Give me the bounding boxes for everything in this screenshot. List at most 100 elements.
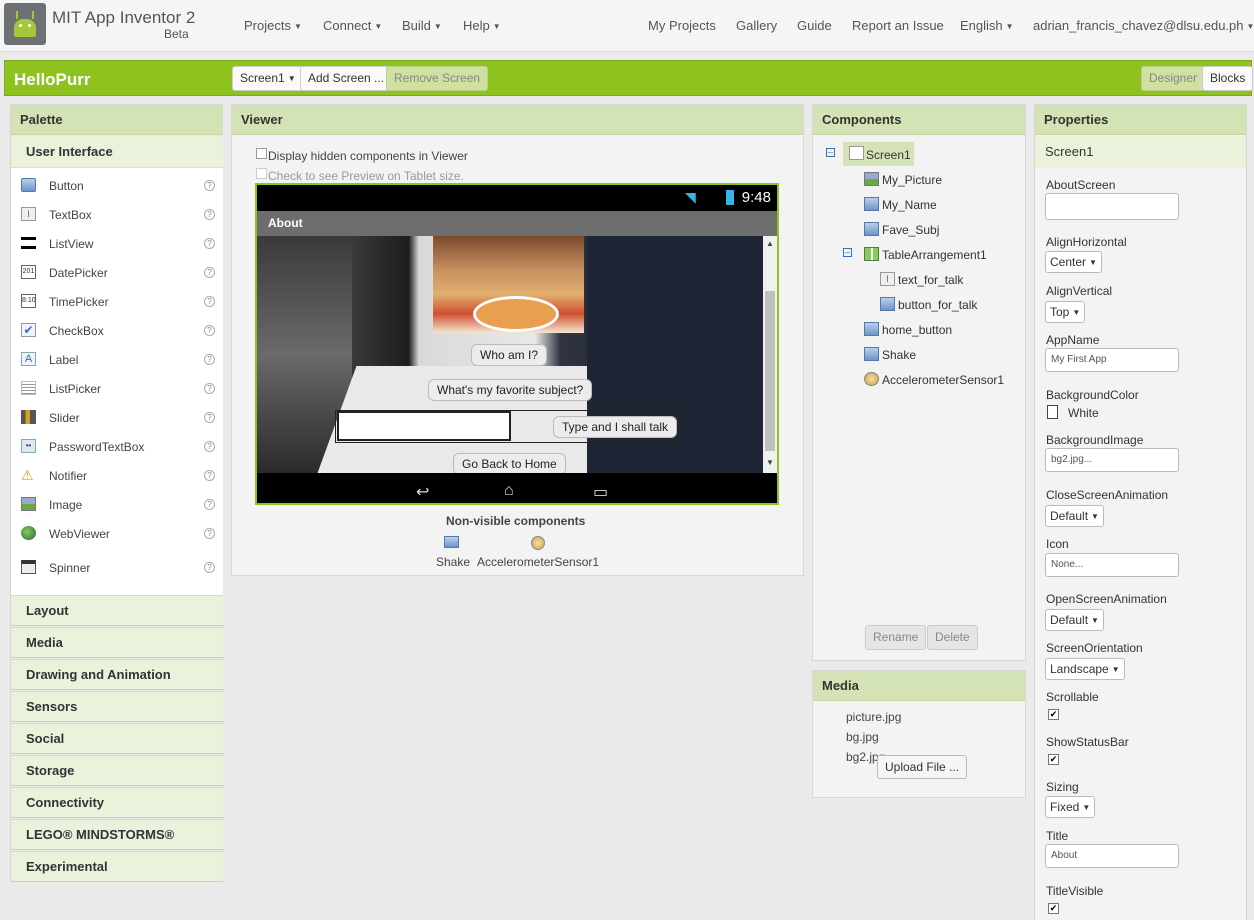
delete-button[interactable]: Delete: [927, 625, 978, 650]
help-icon[interactable]: ?: [204, 180, 215, 191]
show-status-bar-checkbox[interactable]: ✔: [1048, 754, 1059, 765]
help-icon[interactable]: ?: [204, 499, 215, 510]
scroll-down-icon[interactable]: ▼: [766, 458, 774, 467]
category-connectivity[interactable]: Connectivity: [11, 787, 223, 818]
category-sensors[interactable]: Sensors: [11, 691, 223, 722]
home-icon[interactable]: ⌂: [504, 482, 514, 500]
help-icon[interactable]: ?: [204, 383, 215, 394]
app-name-input[interactable]: My First App: [1045, 348, 1179, 372]
slider-icon: [21, 410, 36, 424]
category-storage[interactable]: Storage: [11, 755, 223, 786]
help-icon[interactable]: ?: [204, 296, 215, 307]
viewer-scrollbar[interactable]: ▲ ▼: [763, 236, 777, 473]
scroll-thumb[interactable]: [765, 291, 775, 451]
background-color-value[interactable]: White: [1068, 406, 1099, 420]
help-icon[interactable]: ?: [204, 562, 215, 573]
category-experimental[interactable]: Experimental: [11, 851, 223, 882]
palette-item-listview[interactable]: ListView?: [11, 230, 223, 258]
link-my-projects[interactable]: My Projects: [648, 18, 716, 33]
title-input[interactable]: About: [1045, 844, 1179, 868]
app-inventor-logo-icon[interactable]: [4, 3, 46, 45]
palette-section-user-interface[interactable]: User Interface: [11, 136, 223, 168]
who-am-i-button[interactable]: Who am I?: [471, 344, 548, 366]
recent-apps-icon[interactable]: ▭: [593, 482, 608, 502]
menu-language[interactable]: English ▼: [960, 18, 1014, 33]
home-button[interactable]: Go Back to Home: [453, 453, 566, 475]
menu-projects[interactable]: Projects ▼: [244, 18, 302, 33]
align-vertical-select[interactable]: Top ▼: [1045, 301, 1086, 323]
upload-file-button[interactable]: Upload File ...: [877, 755, 968, 779]
align-horizontal-select[interactable]: Center ▼: [1045, 251, 1102, 273]
media-file[interactable]: picture.jpg: [846, 710, 901, 724]
favorite-subject-button[interactable]: What's my favorite subject?: [428, 379, 593, 401]
category-drawing-animation[interactable]: Drawing and Animation: [11, 659, 223, 690]
scrollable-checkbox[interactable]: ✔: [1048, 709, 1059, 720]
talk-button[interactable]: Type and I shall talk: [553, 416, 678, 438]
media-file[interactable]: bg.jpg: [846, 730, 879, 744]
title-visible-checkbox[interactable]: ✔: [1048, 903, 1059, 914]
category-social[interactable]: Social: [11, 723, 223, 754]
screen-orientation-select[interactable]: Landscape ▼: [1045, 658, 1125, 680]
help-icon[interactable]: ?: [204, 209, 215, 220]
palette-item-timepicker[interactable]: 8:10 TimePicker?: [11, 288, 223, 316]
help-icon[interactable]: ?: [204, 528, 215, 539]
scroll-up-icon[interactable]: ▲: [766, 239, 774, 248]
palette-item-spinner[interactable]: Spinner?: [11, 554, 223, 582]
color-swatch[interactable]: [1047, 405, 1058, 419]
help-icon[interactable]: ?: [204, 267, 215, 278]
designer-button[interactable]: Designer: [1141, 66, 1206, 91]
chevron-down-icon: ▼: [1072, 307, 1081, 317]
palette-item-image[interactable]: Image?: [11, 491, 223, 519]
back-icon[interactable]: ↩: [416, 482, 429, 502]
background-image-picker[interactable]: bg2.jpg...: [1045, 448, 1179, 472]
category-media[interactable]: Media: [11, 627, 223, 658]
app-name: MIT App Inventor 2: [52, 8, 196, 27]
palette-item-checkbox[interactable]: ✔ CheckBox?: [11, 317, 223, 345]
menu-account[interactable]: adrian_francis_chavez@dlsu.edu.ph ▼: [1033, 18, 1254, 33]
text-for-talk-input[interactable]: [337, 411, 511, 441]
open-animation-select[interactable]: Default ▼: [1045, 609, 1104, 631]
add-screen-button[interactable]: Add Screen ...: [300, 66, 393, 91]
nonvisible-shake[interactable]: Shake: [436, 555, 470, 569]
my-picture-image[interactable]: [433, 236, 584, 333]
blocks-button[interactable]: Blocks: [1202, 66, 1254, 91]
collapse-icon[interactable]: –: [826, 148, 835, 157]
palette-item-textbox[interactable]: I TextBox?: [11, 201, 223, 229]
palette-item-notifier[interactable]: ⚠ Notifier?: [11, 462, 223, 490]
shake-icon[interactable]: [444, 536, 459, 548]
category-lego[interactable]: LEGO® MINDSTORMS®: [11, 819, 223, 850]
tree-screen1[interactable]: Screen1: [843, 142, 914, 166]
remove-screen-button[interactable]: Remove Screen: [386, 66, 489, 91]
tablet-preview-checkbox[interactable]: [256, 168, 267, 179]
icon-picker[interactable]: None...: [1045, 553, 1179, 577]
sizing-select[interactable]: Fixed ▼: [1045, 796, 1096, 818]
rename-button[interactable]: Rename: [865, 625, 927, 650]
accelerometer-icon[interactable]: [531, 536, 545, 550]
menu-build[interactable]: Build ▼: [402, 18, 442, 33]
help-icon[interactable]: ?: [204, 412, 215, 423]
close-animation-select[interactable]: Default ▼: [1045, 505, 1104, 527]
help-icon[interactable]: ?: [204, 441, 215, 452]
nonvisible-accelerometer[interactable]: AccelerometerSensor1: [477, 555, 599, 569]
help-icon[interactable]: ?: [204, 238, 215, 249]
help-icon[interactable]: ?: [204, 325, 215, 336]
palette-item-listpicker[interactable]: ListPicker?: [11, 375, 223, 403]
palette-item-slider[interactable]: Slider?: [11, 404, 223, 432]
hidden-components-checkbox[interactable]: [256, 148, 267, 159]
palette-item-webviewer[interactable]: WebViewer?: [11, 520, 223, 548]
menu-help[interactable]: Help ▼: [463, 18, 501, 33]
menu-connect[interactable]: Connect ▼: [323, 18, 382, 33]
about-screen-textarea[interactable]: [1045, 193, 1179, 220]
link-gallery[interactable]: Gallery: [736, 18, 777, 33]
screen-select[interactable]: Screen1 ▼: [232, 66, 304, 91]
category-layout[interactable]: Layout: [11, 595, 223, 626]
help-icon[interactable]: ?: [204, 354, 215, 365]
link-report-issue[interactable]: Report an Issue: [852, 18, 944, 33]
help-icon[interactable]: ?: [204, 470, 215, 481]
collapse-icon[interactable]: –: [843, 248, 852, 257]
palette-item-label[interactable]: A Label?: [11, 346, 223, 374]
palette-item-button[interactable]: Button?: [11, 172, 223, 200]
palette-item-datepicker[interactable]: 201 DatePicker?: [11, 259, 223, 287]
link-guide[interactable]: Guide: [797, 18, 832, 33]
palette-item-passwordtextbox[interactable]: •• PasswordTextBox?: [11, 433, 223, 461]
